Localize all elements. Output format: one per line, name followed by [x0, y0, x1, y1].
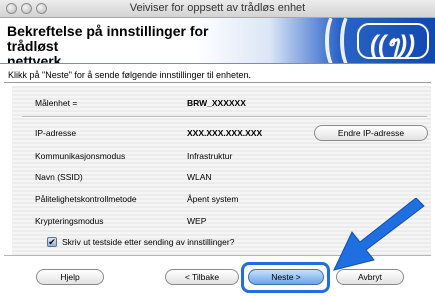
pointer-arrow-icon — [333, 198, 425, 271]
communication-mode-label: Kommunikasjonsmodus — [35, 151, 126, 161]
authentication-method-label: Pålitelighetskontrollmetode — [35, 194, 137, 204]
ip-address-label: IP-adresse — [35, 128, 77, 138]
wireless-logo-icon: ((ๆ)) — [370, 31, 415, 58]
communication-mode-value: Infrastruktur — [187, 151, 233, 161]
next-button-highlight — [241, 262, 330, 293]
encryption-mode-label: Krypteringsmodus — [35, 216, 104, 226]
back-button[interactable]: < Tilbake — [165, 269, 239, 285]
ip-address-value: XXX.XXX.XXX.XXX — [187, 128, 263, 138]
pointer-arrow-shape — [333, 198, 425, 271]
instructions-text: Klikk på "Neste" for å sende følgende in… — [8, 70, 252, 80]
checkmark-icon: ✔ — [48, 237, 56, 247]
top-separator — [4, 82, 431, 83]
wizard-header: Bekreftelse på innstillinger for trådløs… — [0, 18, 435, 64]
page-title: Bekreftelse på innstillinger for trådløs… — [7, 24, 237, 64]
setup-wizard-window: Veiviser for oppsett av trådløs enhet Be… — [0, 0, 435, 296]
ssid-value: WLAN — [187, 172, 212, 182]
help-button[interactable]: Hjelp — [36, 269, 104, 285]
section-divider — [22, 116, 427, 118]
target-device-value: BRW_XXXXXX — [187, 98, 246, 108]
print-test-page-checkbox[interactable]: ✔ — [47, 237, 57, 247]
authentication-method-value: Åpent system — [187, 194, 239, 204]
encryption-mode-value: WEP — [187, 216, 207, 226]
title-bar[interactable]: Veiviser for oppsett av trådløs enhet — [0, 0, 435, 18]
print-test-page-label[interactable]: Skriv ut testside etter sending av innst… — [62, 237, 234, 247]
page-title-line2: nettverk. — [7, 53, 66, 64]
window-title: Veiviser for oppsett av trådløs enhet — [129, 2, 306, 14]
ssid-label: Navn (SSID) — [35, 172, 83, 182]
target-device-label: Målenhet = — [35, 98, 78, 108]
change-ip-button[interactable]: Endre IP-adresse — [314, 125, 428, 141]
page-title-line1: Bekreftelse på innstillinger for trådløs… — [7, 23, 209, 54]
